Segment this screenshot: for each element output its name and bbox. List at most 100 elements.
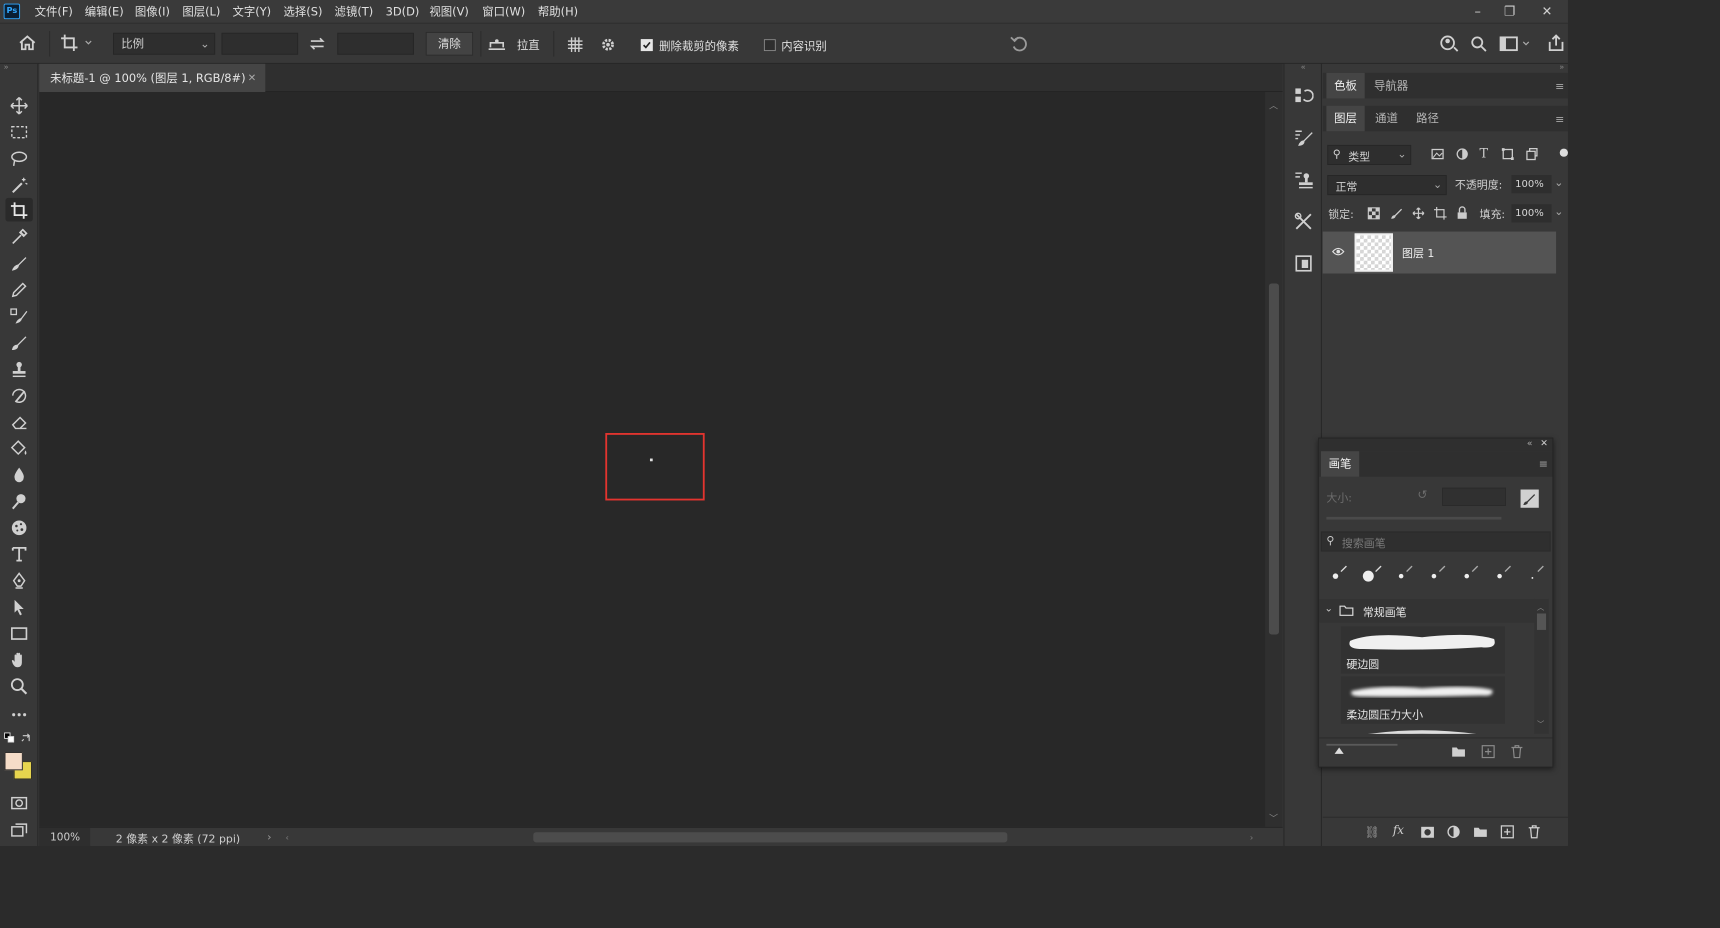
chevron-down-icon[interactable]: ⌄	[1554, 205, 1563, 218]
swap-colors-icon[interactable]	[21, 732, 32, 743]
tab-layers[interactable]: 图层	[1326, 105, 1365, 132]
menu-help[interactable]: 帮助(H)	[538, 0, 578, 24]
lock-artboard-icon[interactable]	[1433, 206, 1447, 220]
document-info[interactable]: 2 像素 x 2 像素 (72 ppi)	[116, 830, 240, 845]
marquee-tool-icon[interactable]	[5, 119, 32, 143]
menu-layer[interactable]: 图层(L)	[182, 0, 220, 24]
menu-3d[interactable]: 3D(D)	[386, 0, 420, 24]
scroll-up-icon[interactable]: ︿	[1537, 603, 1544, 613]
lock-transparent-icon[interactable]	[1367, 207, 1380, 220]
reset-crop-icon[interactable]	[1009, 35, 1029, 53]
grid-overlay-icon[interactable]	[566, 36, 584, 54]
eyedropper-tool-icon[interactable]	[5, 224, 32, 248]
minimize-icon[interactable]: –	[1464, 2, 1491, 22]
clone-source-panel-icon[interactable]	[1294, 170, 1314, 190]
restore-icon[interactable]: ❐	[1496, 2, 1523, 22]
scroll-down-icon[interactable]: ﹀	[1537, 719, 1544, 729]
brush-item-soft-round-pressure[interactable]: 柔边圆压力大小	[1340, 676, 1506, 724]
lock-pixels-icon[interactable]	[1390, 207, 1403, 220]
search-icon[interactable]	[1470, 36, 1487, 52]
close-icon[interactable]: ✕	[1533, 2, 1560, 22]
filter-adjustment-icon[interactable]	[1456, 148, 1469, 161]
size-slider[interactable]	[1326, 516, 1502, 520]
screen-mode-icon[interactable]	[5, 817, 32, 841]
brushes-menu-icon[interactable]: ≡	[1539, 458, 1548, 471]
type-tool-icon[interactable]	[5, 541, 32, 565]
tab-brushes[interactable]: 画笔	[1320, 451, 1360, 477]
layers-menu-icon[interactable]: ≡	[1555, 113, 1564, 126]
recent-brush-5[interactable]	[1458, 562, 1484, 586]
lock-all-icon[interactable]	[1457, 206, 1468, 220]
crop-preset-icon[interactable]	[60, 34, 93, 52]
tool-presets-panel-icon[interactable]	[1294, 211, 1314, 231]
brush-item-partial[interactable]	[1341, 727, 1505, 734]
gear-icon[interactable]	[600, 36, 616, 52]
canvas-area[interactable]	[39, 92, 1266, 827]
brush-settings-panel-icon[interactable]	[1294, 128, 1314, 148]
recent-brush-7[interactable]	[1523, 562, 1549, 586]
history-brush-tool-icon[interactable]	[5, 383, 32, 407]
home-icon[interactable]	[18, 35, 36, 51]
collapse-icon[interactable]: »	[0, 63, 38, 73]
default-colors-icon[interactable]	[4, 732, 15, 743]
scroll-left-icon[interactable]: ‹	[285, 833, 289, 843]
discover-icon[interactable]	[1439, 35, 1459, 53]
blend-mode-select[interactable]: 正常 ⌄	[1327, 175, 1447, 196]
healing-brush-tool-icon[interactable]	[5, 251, 32, 275]
hand-tool-icon[interactable]	[5, 647, 32, 671]
tab-swatches[interactable]: 色板	[1326, 72, 1365, 99]
eye-icon[interactable]	[1331, 246, 1345, 257]
reset-size-icon[interactable]: ↺	[1418, 489, 1428, 503]
scroll-down-icon[interactable]: ﹀	[1269, 810, 1278, 824]
layer-filter-select[interactable]: ⚲ 类型 ⌄	[1327, 144, 1412, 165]
trash-icon[interactable]	[1528, 825, 1541, 839]
stamp-tool-icon[interactable]	[5, 356, 32, 380]
scroll-right-icon[interactable]: ›	[1250, 833, 1254, 843]
delete-cropped-checkbox[interactable]	[640, 39, 653, 52]
lock-position-icon[interactable]	[1412, 207, 1425, 220]
history-panel-icon[interactable]	[1294, 86, 1314, 106]
trash-icon[interactable]	[1511, 745, 1524, 759]
menu-file[interactable]: 文件(F)	[35, 0, 73, 24]
menu-type[interactable]: 文字(Y)	[232, 0, 271, 24]
brushes-panel-titlebar[interactable]: « ✕	[1319, 438, 1553, 452]
size-input[interactable]	[1442, 487, 1506, 506]
lasso-tool-icon[interactable]	[5, 146, 32, 170]
scroll-up-icon[interactable]: ︿	[1269, 98, 1278, 111]
scroll-thumb[interactable]	[1536, 613, 1547, 630]
menu-window[interactable]: 窗口(W)	[482, 0, 525, 24]
collapse-dock-icon[interactable]: «	[1284, 63, 1321, 73]
clone-brush-tool-icon[interactable]	[5, 304, 32, 328]
close-panel-icon[interactable]: ✕	[1540, 438, 1548, 448]
create-brush-icon[interactable]	[1520, 489, 1540, 509]
zoom-tool-icon[interactable]	[5, 674, 32, 698]
menu-view[interactable]: 视图(V)	[429, 0, 468, 24]
tab-paths[interactable]: 路径	[1408, 106, 1446, 132]
folder-icon[interactable]	[1473, 826, 1488, 838]
quick-mask-icon[interactable]	[5, 790, 32, 814]
move-tool-icon[interactable]	[5, 93, 32, 117]
ratio-width-input[interactable]	[221, 32, 299, 55]
chevron-right-icon[interactable]: ›	[267, 830, 271, 843]
layer-name[interactable]: 图层 1	[1402, 245, 1434, 260]
fill-input[interactable]: 100%	[1511, 204, 1552, 223]
menu-image[interactable]: 图像(I)	[135, 0, 170, 24]
recent-brush-1[interactable]	[1326, 562, 1352, 586]
filter-shape-icon[interactable]	[1501, 148, 1514, 161]
path-selection-tool-icon[interactable]	[5, 594, 32, 618]
recent-brush-6[interactable]	[1490, 562, 1516, 586]
opacity-input[interactable]: 100%	[1511, 175, 1552, 194]
magic-wand-tool-icon[interactable]	[5, 172, 32, 196]
rectangle-tool-icon[interactable]	[5, 621, 32, 645]
zoom-level-field[interactable]: 100%	[39, 827, 91, 846]
vertical-scrollbar[interactable]: ︿ ﹀	[1265, 92, 1283, 827]
share-icon[interactable]	[1547, 34, 1565, 52]
filter-pixel-icon[interactable]	[1431, 148, 1444, 161]
straighten-icon[interactable]	[487, 36, 507, 51]
workspace-icon[interactable]	[1499, 36, 1531, 52]
folder-icon[interactable]	[1451, 746, 1466, 758]
eraser-tool-icon[interactable]	[5, 409, 32, 433]
vertical-scroll-thumb[interactable]	[1268, 283, 1279, 635]
properties-panel-icon[interactable]	[1294, 253, 1314, 273]
recent-brush-2[interactable]	[1359, 562, 1385, 586]
